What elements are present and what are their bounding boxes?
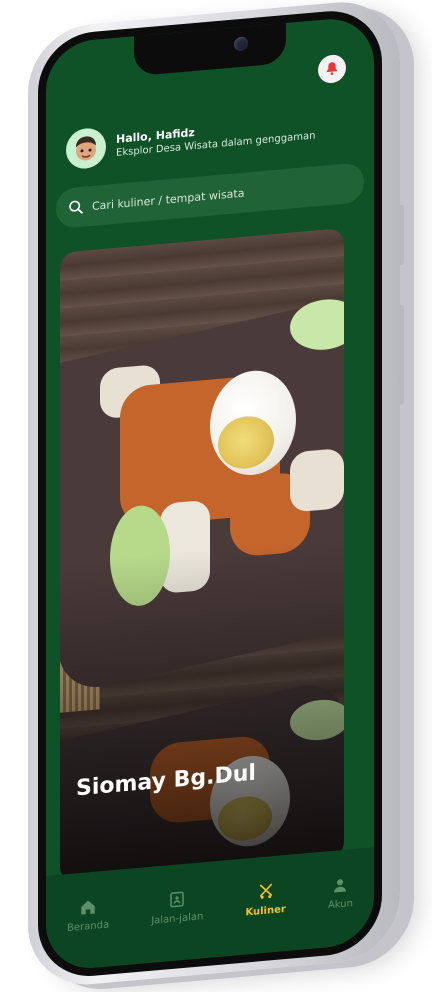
search-icon [69, 200, 83, 214]
search-input[interactable]: Cari kuliner / tempat wisata [92, 186, 244, 212]
featured-food-card[interactable]: Siomay Bg.Dul [60, 227, 344, 883]
avatar[interactable] [66, 126, 106, 171]
nav-item-beranda[interactable]: Beranda [67, 896, 109, 934]
greeting-prefix: Hallo, [116, 129, 156, 146]
camera-icon [234, 36, 248, 52]
avatar-icon [76, 136, 96, 161]
map-icon [170, 891, 185, 908]
nav-item-kuliner[interactable]: Kuliner [245, 881, 286, 919]
nav-label: Akun [327, 898, 353, 912]
bell-icon [326, 62, 338, 75]
home-icon [81, 900, 95, 915]
side-button [398, 304, 404, 406]
nav-item-jalan-jalan[interactable]: Jalan-jalan [151, 888, 203, 927]
device-stage: Hallo, Hafidz Eksplor Desa Wisata dalam … [0, 0, 432, 990]
nav-label: Beranda [67, 919, 110, 935]
nav-label: Kuliner [245, 903, 286, 919]
dumpling [290, 447, 344, 513]
notification-bell-button[interactable] [318, 53, 346, 85]
user-icon [334, 879, 347, 893]
side-button [398, 204, 404, 266]
user-name: Hafidz [155, 125, 195, 143]
greeting-text: Hallo, Hafidz Eksplor Desa Wisata dalam … [116, 115, 315, 159]
nav-item-akun[interactable]: Akun [328, 875, 353, 911]
card-gradient-overlay [60, 537, 344, 883]
nav-label: Jalan-jalan [151, 911, 204, 927]
app-screen: Hallo, Hafidz Eksplor Desa Wisata dalam … [46, 15, 374, 972]
food-icon [259, 883, 272, 899]
